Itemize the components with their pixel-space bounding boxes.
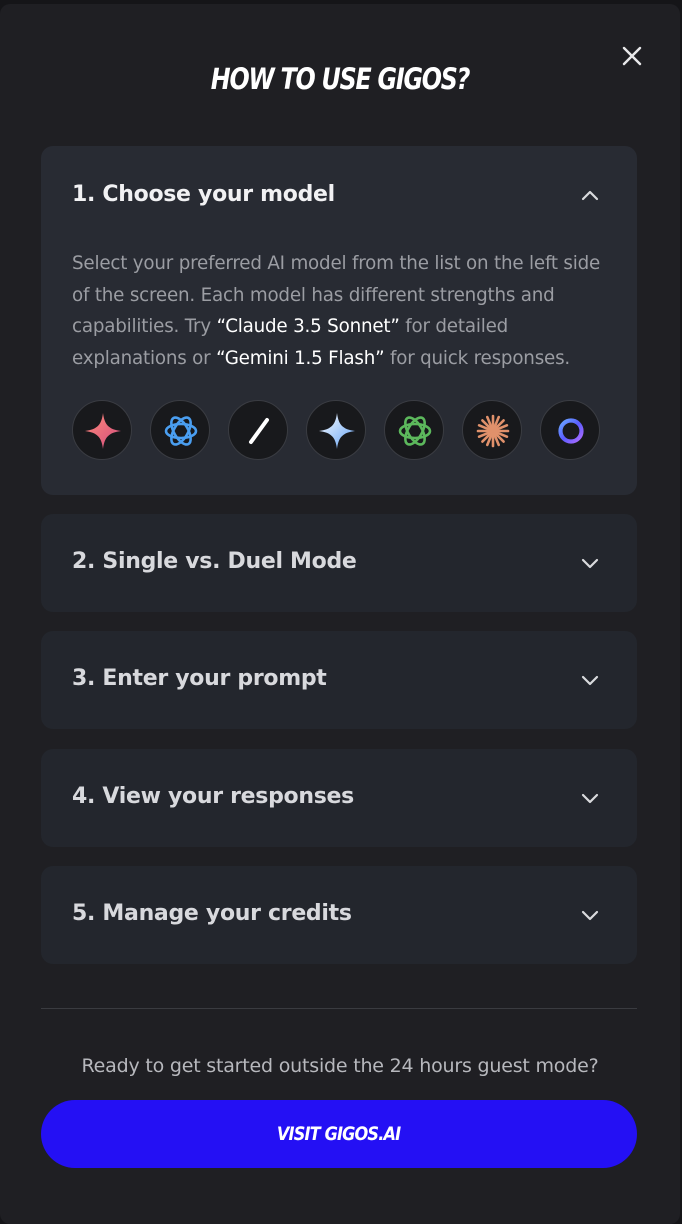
chevron-down-icon[interactable] — [578, 668, 602, 692]
chevron-down-icon[interactable] — [578, 551, 602, 575]
accordion-view-responses[interactable]: 4. View your responses — [41, 749, 637, 847]
gemini-pink-sparkle-icon[interactable] — [72, 400, 132, 460]
accordion-enter-prompt[interactable]: 3. Enter your prompt — [41, 631, 637, 729]
modal-title: HOW TO USE GIGOS? — [210, 62, 471, 96]
accordion-label: 4. View your responses — [72, 784, 354, 809]
visit-gigos-button[interactable]: VISIT GIGOS.AI — [41, 1100, 637, 1168]
chevron-up-icon[interactable] — [578, 184, 602, 208]
slash-icon[interactable] — [228, 400, 288, 460]
accordion-label: 5. Manage your credits — [72, 901, 352, 926]
accordion-choose-model[interactable]: 1. Choose your model Select your preferr… — [41, 146, 637, 495]
chevron-down-icon[interactable] — [578, 903, 602, 927]
openai-blue-icon[interactable] — [150, 400, 210, 460]
cta-label: VISIT GIGOS.AI — [277, 1123, 401, 1145]
how-to-use-modal: HOW TO USE GIGOS? 1. Choose your model S… — [0, 4, 680, 1224]
close-icon — [622, 46, 642, 66]
claude-starburst-icon[interactable] — [462, 400, 522, 460]
chevron-down-icon[interactable] — [578, 786, 602, 810]
model-highlight-gemini: “Gemini 1.5 Flash” — [216, 347, 385, 369]
ring-icon[interactable] — [540, 400, 600, 460]
footer-prompt: Ready to get started outside the 24 hour… — [81, 1055, 599, 1077]
model-highlight-claude: “Claude 3.5 Sonnet” — [216, 316, 400, 337]
body-text: for quick responses. — [384, 347, 571, 369]
gemini-blue-sparkle-icon[interactable] — [306, 400, 366, 460]
accordion-label: 3. Enter your prompt — [72, 666, 327, 691]
divider — [41, 1008, 637, 1009]
accordion-body: Select your preferred AI model from the … — [72, 248, 612, 374]
accordion-label: 2. Single vs. Duel Mode — [72, 549, 357, 574]
close-button[interactable] — [616, 40, 648, 72]
accordion-single-vs-duel[interactable]: 2. Single vs. Duel Mode — [41, 514, 637, 612]
openai-green-icon[interactable] — [384, 400, 444, 460]
accordion-label: 1. Choose your model — [72, 182, 335, 207]
accordion-manage-credits[interactable]: 5. Manage your credits — [41, 866, 637, 964]
